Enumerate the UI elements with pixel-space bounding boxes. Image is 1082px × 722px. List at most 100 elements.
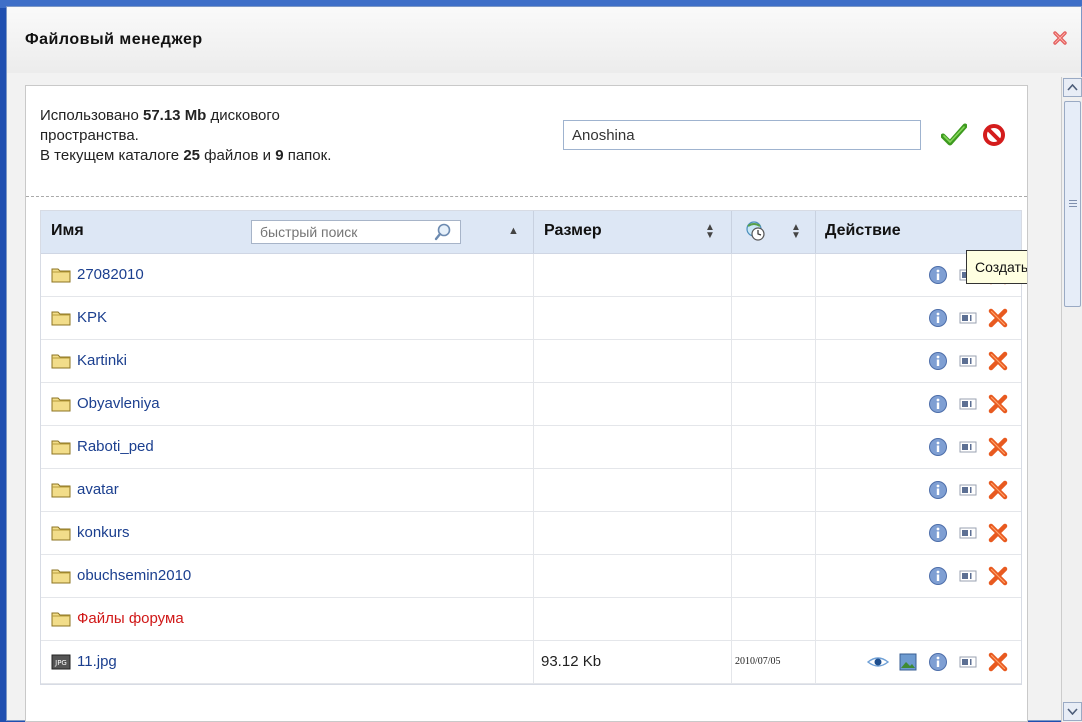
date-cell <box>731 598 816 640</box>
date-cell: 2010/07/05 <box>731 641 816 683</box>
action-cell <box>815 340 1021 382</box>
files-count: 25 <box>183 147 200 164</box>
rename-icon[interactable] <box>957 651 979 673</box>
close-icon[interactable] <box>1049 27 1071 49</box>
info-icon[interactable] <box>927 522 949 544</box>
info-icon[interactable] <box>927 651 949 673</box>
action-cell <box>815 598 1021 640</box>
info-icon[interactable] <box>927 565 949 587</box>
grip-line <box>1069 203 1077 204</box>
header-name[interactable]: Имя <box>51 222 84 240</box>
info-icon[interactable] <box>927 350 949 372</box>
magnifier-icon[interactable] <box>433 222 453 247</box>
name-cell: konkurs <box>41 512 534 554</box>
delete-icon[interactable] <box>987 307 1009 329</box>
sort-asc-icon[interactable]: ▲ <box>508 225 519 237</box>
header-size[interactable]: Размер <box>544 222 602 240</box>
table-row[interactable]: 27082010 <box>41 254 1021 297</box>
checkmark-icon[interactable] <box>939 120 969 150</box>
scrollbar[interactable] <box>1061 77 1082 722</box>
scroll-down-button[interactable] <box>1063 702 1082 721</box>
file-name[interactable]: Obyavleniya <box>77 395 160 412</box>
name-cell: JPG 11.jpg <box>41 641 534 683</box>
action-cell <box>815 641 1021 683</box>
file-name[interactable]: Файлы форума <box>77 610 184 627</box>
info-icon[interactable] <box>927 436 949 458</box>
folders-word: папок. <box>283 147 332 164</box>
info-icon[interactable] <box>927 393 949 415</box>
title-bar: Файловый менеджер <box>7 7 1081 73</box>
table-row[interactable]: Raboti_ped <box>41 426 1021 469</box>
file-name[interactable]: Kartinki <box>77 352 127 369</box>
file-name[interactable]: Raboti_ped <box>77 438 154 455</box>
used-prefix: Использовано <box>40 107 143 124</box>
eye-icon[interactable] <box>867 651 889 673</box>
folder-icon <box>51 525 71 545</box>
table-row[interactable]: Obyavleniya <box>41 383 1021 426</box>
table-row[interactable]: KPK <box>41 297 1021 340</box>
delete-icon[interactable] <box>987 393 1009 415</box>
name-cell: KPK <box>41 297 534 339</box>
delete-icon[interactable] <box>987 436 1009 458</box>
date-cell <box>731 426 816 468</box>
rename-icon[interactable] <box>957 565 979 587</box>
info-icon[interactable] <box>927 264 949 286</box>
folder-icon <box>51 310 71 330</box>
scroll-thumb[interactable] <box>1064 101 1081 307</box>
folder-icon <box>51 353 71 373</box>
grip-line <box>1069 206 1077 207</box>
header-divider <box>815 211 816 253</box>
table-row[interactable]: Kartinki <box>41 340 1021 383</box>
info-icon[interactable] <box>927 479 949 501</box>
name-cell: Obyavleniya <box>41 383 534 425</box>
name-cell: Kartinki <box>41 340 534 382</box>
date-cell <box>731 297 816 339</box>
header-action: Действие <box>825 222 901 239</box>
file-name[interactable]: avatar <box>77 481 119 498</box>
delete-icon[interactable] <box>987 350 1009 372</box>
sort-date-icon[interactable]: ▲ ▼ <box>791 223 801 241</box>
table-row[interactable]: obuchsemin2010 <box>41 555 1021 598</box>
action-cell <box>815 297 1021 339</box>
rename-icon[interactable] <box>957 479 979 501</box>
file-name[interactable]: konkurs <box>77 524 130 541</box>
rename-icon[interactable] <box>957 393 979 415</box>
table-row[interactable]: JPG 11.jpg 93.12 Kb 2010/07/05 <box>41 641 1021 684</box>
clock-icon[interactable] <box>743 220 769 247</box>
rename-icon[interactable] <box>957 307 979 329</box>
rename-icon[interactable] <box>957 350 979 372</box>
image-icon[interactable] <box>897 651 919 673</box>
table-row[interactable]: avatar <box>41 469 1021 512</box>
delete-icon[interactable] <box>987 479 1009 501</box>
used-value: 57.13 Mb <box>142 107 207 124</box>
scroll-up-button[interactable] <box>1063 78 1082 97</box>
date-cell <box>731 254 816 296</box>
jpg-file-icon: JPG <box>51 653 71 675</box>
table-row[interactable]: Файлы форума <box>41 598 1021 641</box>
sort-size-icon[interactable]: ▲ ▼ <box>705 223 715 241</box>
rename-icon[interactable] <box>957 522 979 544</box>
action-cell <box>815 512 1021 554</box>
name-cell: Raboti_ped <box>41 426 534 468</box>
info-icon[interactable] <box>927 307 949 329</box>
delete-icon[interactable] <box>987 565 1009 587</box>
forbidden-icon[interactable] <box>979 120 1009 150</box>
action-cell <box>815 426 1021 468</box>
new-folder-name-input[interactable] <box>563 120 921 150</box>
delete-icon[interactable] <box>987 522 1009 544</box>
used-line2: пространства. <box>40 127 139 144</box>
delete-icon[interactable] <box>987 651 1009 673</box>
file-name[interactable]: 11.jpg <box>77 653 117 670</box>
header-divider <box>533 211 534 253</box>
rename-icon[interactable] <box>957 436 979 458</box>
file-name[interactable]: KPK <box>77 309 107 326</box>
size-cell <box>533 555 732 597</box>
file-name[interactable]: obuchsemin2010 <box>77 567 191 584</box>
size-cell <box>533 297 732 339</box>
quick-search-input[interactable] <box>251 220 461 244</box>
table-body: 27082010 KPK Kartinki Obyavleniya Raboti_ped… <box>41 254 1021 684</box>
folder-icon <box>51 611 71 631</box>
svg-text:JPG: JPG <box>54 659 67 667</box>
table-row[interactable]: konkurs <box>41 512 1021 555</box>
file-name[interactable]: 27082010 <box>77 266 144 283</box>
